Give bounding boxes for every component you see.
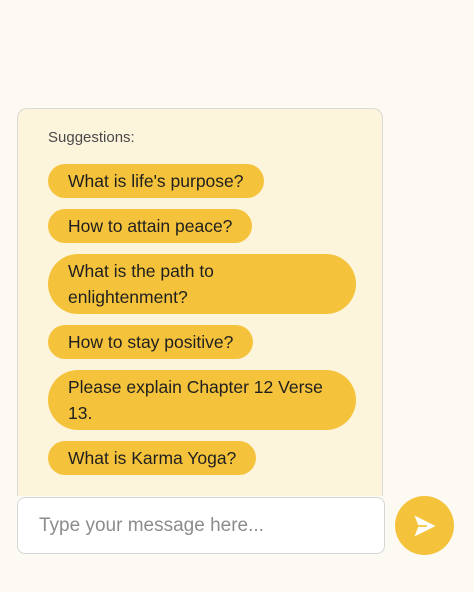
suggestion-chip-karma-yoga[interactable]: What is Karma Yoga? [48,441,257,475]
send-icon [414,515,435,536]
suggestion-chip-chapter-verse[interactable]: Please explain Chapter 12 Verse 13. [48,370,356,430]
suggestions-panel: Suggestions: What is life's purpose? How… [17,108,383,496]
send-button[interactable] [395,496,454,555]
suggestion-chip-life-purpose[interactable]: What is life's purpose? [48,164,264,198]
suggestion-chip-path-enlightenment[interactable]: What is the path to enlightenment? [48,254,356,314]
suggestions-label: Suggestions: [48,129,135,146]
message-input-container [17,497,385,554]
suggestion-chip-attain-peace[interactable]: How to attain peace? [48,209,253,243]
message-input[interactable] [19,499,383,552]
suggestion-chip-stay-positive[interactable]: How to stay positive? [48,325,254,359]
